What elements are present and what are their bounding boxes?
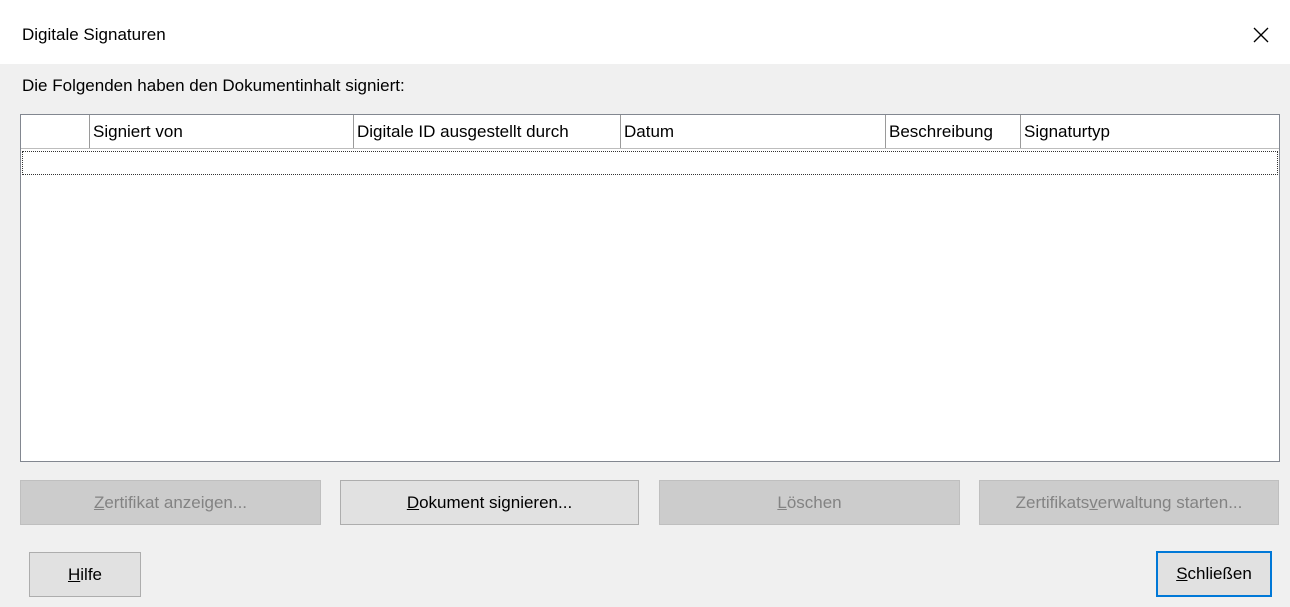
- column-header-signed-by[interactable]: Signiert von: [90, 115, 354, 148]
- start-certificate-manager-button[interactable]: Zertifikats v erwaltung starten...: [979, 480, 1279, 525]
- column-header-issued-by[interactable]: Digitale ID ausgestellt durch: [354, 115, 621, 148]
- table-header: Signiert von Digitale ID ausgestellt dur…: [21, 115, 1279, 149]
- window-title: Digitale Signaturen: [22, 25, 166, 44]
- close-icon[interactable]: [1246, 20, 1276, 50]
- column-header-date[interactable]: Datum: [621, 115, 886, 148]
- column-header-description[interactable]: Beschreibung: [886, 115, 1021, 148]
- remove-signature-button[interactable]: Löschen: [659, 480, 960, 525]
- help-button[interactable]: Hilfe: [29, 552, 141, 597]
- signatures-table[interactable]: Signiert von Digitale ID ausgestellt dur…: [20, 114, 1280, 462]
- close-button[interactable]: Schließen: [1156, 551, 1272, 597]
- view-certificate-button[interactable]: Zertifikat anzeigen...: [20, 480, 321, 525]
- title-bar: Digitale Signaturen: [0, 0, 1290, 64]
- focused-empty-row[interactable]: [22, 151, 1278, 175]
- sign-document-button[interactable]: Dokument signieren...: [340, 480, 639, 525]
- intro-label: Die Folgenden haben den Dokumentinhalt s…: [22, 76, 405, 95]
- column-header-status[interactable]: [21, 115, 90, 148]
- column-header-signature-type[interactable]: Signaturtyp: [1021, 115, 1279, 148]
